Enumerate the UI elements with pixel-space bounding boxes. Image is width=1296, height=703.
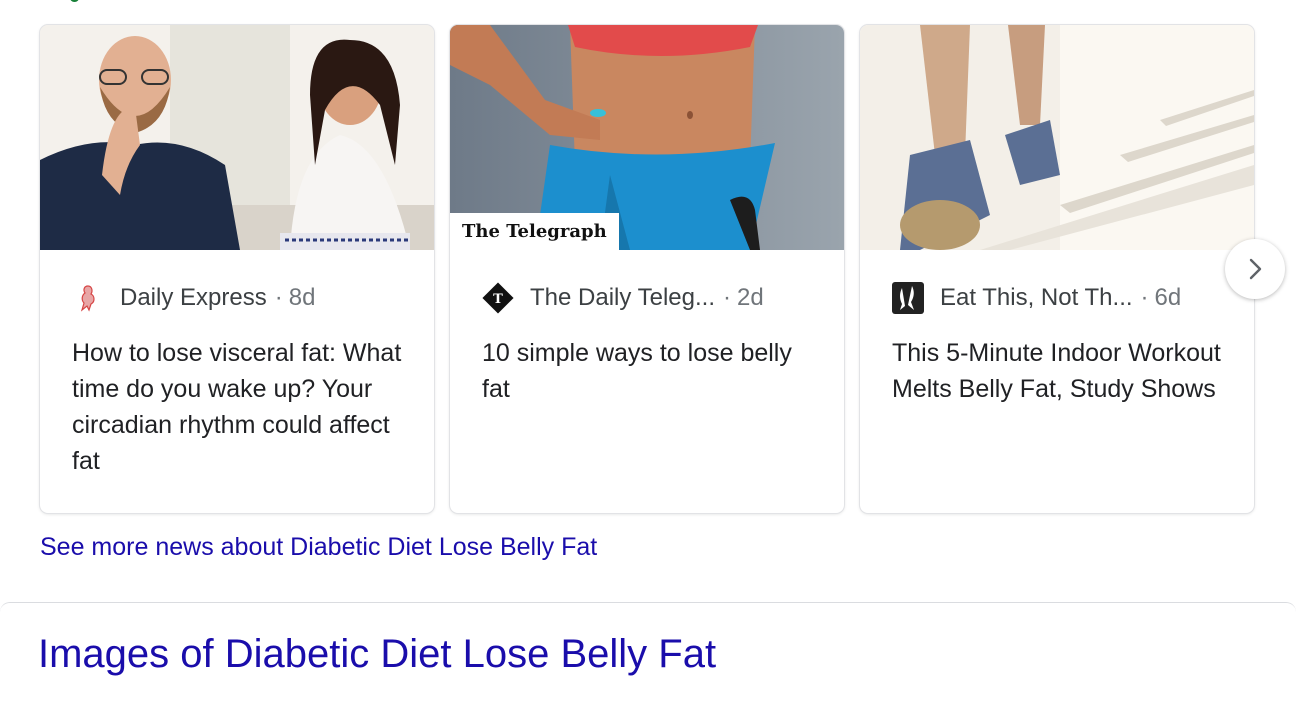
carousel-next-button[interactable] bbox=[1225, 239, 1285, 299]
telegraph-image-badge: The Telegraph bbox=[450, 213, 619, 250]
news-card-telegraph[interactable]: The Telegraph T The Daily Teleg... · 2d … bbox=[450, 25, 844, 513]
news-thumbnail: The Telegraph bbox=[450, 25, 844, 250]
news-card-eat-this[interactable]: Eat This, Not Th... · 6d This 5-Minute I… bbox=[860, 25, 1254, 513]
images-section-heading[interactable]: Images of Diabetic Diet Lose Belly Fat bbox=[38, 632, 716, 677]
eat-this-logo-icon bbox=[892, 282, 924, 314]
images-subheading-fragment bbox=[38, 688, 188, 694]
news-source-row: T The Daily Teleg... · 2d bbox=[482, 282, 764, 314]
news-age: 6d bbox=[1154, 284, 1182, 311]
separator-dot: · bbox=[274, 284, 283, 311]
see-more-news-link[interactable]: See more news about Diabetic Diet Lose B… bbox=[40, 533, 597, 562]
separator-dot: · bbox=[1140, 284, 1149, 311]
news-thumbnail bbox=[40, 25, 434, 250]
news-source-row: Daily Express · 8d bbox=[72, 283, 315, 313]
news-age: 8d bbox=[288, 284, 316, 311]
news-headline[interactable]: 10 simple ways to lose belly fat bbox=[482, 335, 822, 407]
daily-express-logo-icon bbox=[72, 282, 104, 314]
news-source-name: Daily Express bbox=[120, 284, 267, 311]
svg-text:T: T bbox=[493, 292, 503, 307]
news-source-row: Eat This, Not Th... · 6d bbox=[892, 282, 1182, 314]
news-age: 2d bbox=[736, 284, 764, 311]
news-headline[interactable]: How to lose visceral fat: What time do y… bbox=[72, 335, 412, 479]
news-card-daily-express[interactable]: Daily Express · 8d How to lose visceral … bbox=[40, 25, 434, 513]
telegraph-logo-icon: T bbox=[482, 282, 514, 314]
previous-result-url-fragment bbox=[70, 0, 100, 4]
news-source-name: Eat This, Not Th... bbox=[940, 284, 1133, 311]
news-headline[interactable]: This 5-Minute Indoor Workout Melts Belly… bbox=[892, 335, 1232, 407]
separator-dot: · bbox=[722, 284, 731, 311]
chevron-right-icon bbox=[1249, 258, 1262, 280]
news-thumbnail bbox=[860, 25, 1254, 250]
news-source-name: The Daily Teleg... bbox=[530, 284, 715, 311]
